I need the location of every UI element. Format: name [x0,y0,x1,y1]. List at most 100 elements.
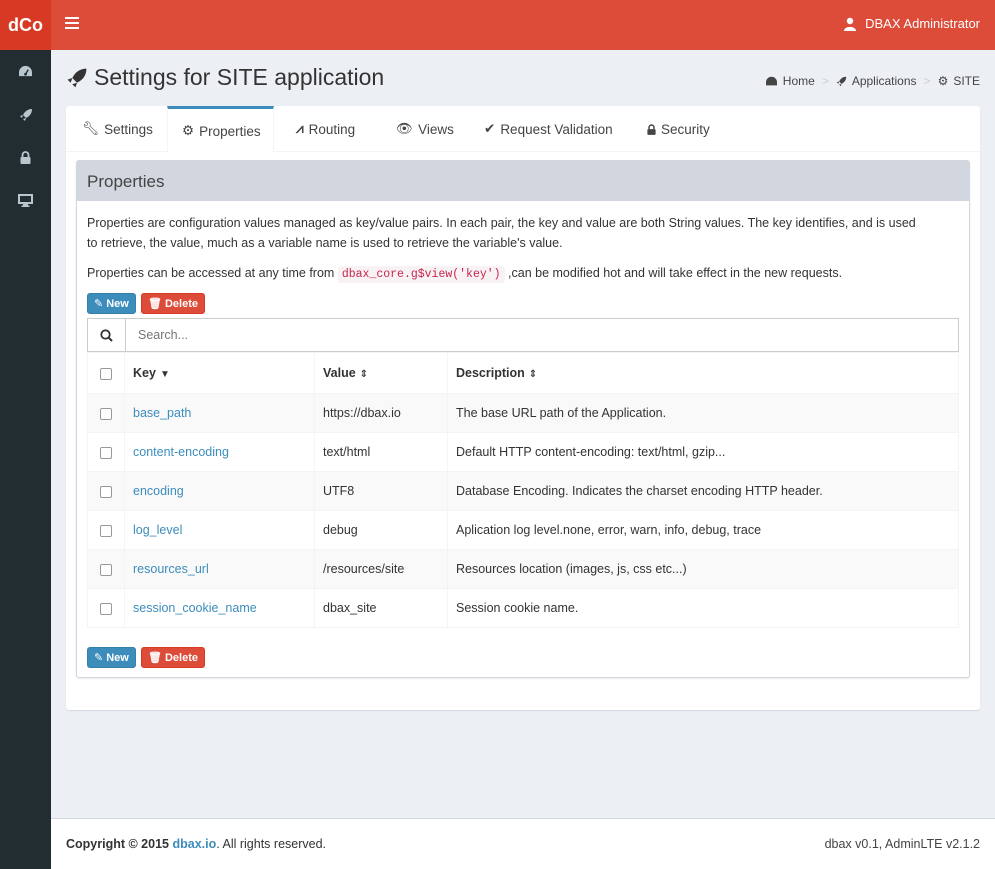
row-checkbox[interactable] [100,446,112,459]
app-logo[interactable]: dCo [0,0,51,50]
breadcrumb: Home > Applications > ⚙ SITE [765,74,980,88]
breadcrumb-applications[interactable]: Applications [852,74,917,88]
new-button[interactable]: ✎ New [87,293,136,314]
user-name: DBAX Administrator [865,16,980,31]
gears-icon: ⚙ [937,74,949,88]
wrench-icon: 🔧︎ [82,121,100,136]
content-header: Settings for SITE application Home > App… [51,50,995,106]
sort-icon: ⇕ [528,369,538,380]
edit-icon: ✎ [94,298,104,310]
footer-link[interactable]: dbax.io [172,837,216,851]
sidebar-item-applications[interactable] [0,93,51,136]
lock-icon [647,123,656,135]
row-checkbox[interactable] [100,602,112,615]
table-row: session_cookie_name dbax_site Session co… [87,588,959,628]
tab-views[interactable]: 👁︎ Views [396,106,454,152]
property-description: Aplication log level.none, error, warn, … [447,510,959,550]
properties-table: Key ▼ Value ⇕ Description ⇕ base_path https… [87,352,959,628]
eye-icon: 👁︎ [396,121,414,136]
property-key-link[interactable]: base_path [133,406,191,420]
sidebar-item-desktop[interactable] [0,179,51,222]
property-value: text/html [314,432,448,472]
table-row: log_level debug Aplication log level.non… [87,510,959,550]
property-value: dbax_site [314,588,448,628]
table-row: base_path https://dbax.io The base URL p… [87,393,959,433]
sidebar [0,50,51,869]
tab-request-validation[interactable]: ✔ Request Validation [484,106,613,152]
property-description: Resources location (images, js, css etc.… [447,549,959,589]
top-navbar: DBAX Administrator [51,0,995,50]
desktop-icon [18,194,33,207]
rocket-icon [836,76,847,86]
dashboard-icon [19,65,32,77]
search-input[interactable] [126,319,958,351]
property-description: Default HTTP content-encoding: text/html… [447,432,959,472]
new-button[interactable]: ✎ New [87,647,136,668]
row-checkbox[interactable] [100,524,112,537]
table-row: encoding UTF8 Database Encoding. Indicat… [87,471,959,511]
rocket-icon [19,108,32,121]
trash-icon: 🗑︎ [148,298,162,310]
column-description[interactable]: Description ⇕ [447,352,959,394]
sort-desc-icon: ▼ [159,369,170,380]
search-box [87,318,959,352]
breadcrumb-site: SITE [953,74,980,88]
column-key[interactable]: Key ▼ [124,352,315,394]
property-value: UTF8 [314,471,448,511]
check-icon: ✔ [484,121,496,136]
sidebar-toggle-icon[interactable] [65,17,79,31]
page-title: Settings for SITE application [66,64,384,91]
row-checkbox[interactable] [100,485,112,498]
gear-icon: ⚙ [182,123,195,138]
property-value: https://dbax.io [314,393,448,433]
footer: Copyright © 2015 dbax.io. All rights res… [51,818,995,869]
sidebar-item-security[interactable] [0,136,51,179]
select-all-checkbox[interactable] [100,367,112,380]
row-checkbox[interactable] [100,563,112,576]
breadcrumb-home[interactable]: Home [783,74,815,88]
breadcrumb-separator: > [923,74,931,88]
table-header-row: Key ▼ Value ⇕ Description ⇕ [87,352,959,394]
trash-icon: 🗑︎ [148,652,162,664]
copyright: Copyright © 2015 dbax.io. All rights res… [66,837,327,851]
sidebar-item-dashboard[interactable] [0,50,51,93]
property-description: Database Encoding. Indicates the charset… [447,471,959,511]
version-info: dbax v0.1, AdminLTE v2.1.2 [824,837,980,851]
property-description: The base URL path of the Application. [447,393,959,433]
dashboard-icon [765,76,777,85]
property-key-link[interactable]: content-encoding [133,445,229,459]
delete-button[interactable]: 🗑︎ Delete [141,647,205,668]
tab-bar: 🔧︎ Settings ⚙ Properties ⩘ Routing 👁︎ Views … [66,106,980,153]
delete-button[interactable]: 🗑︎ Delete [141,293,205,314]
panel-title: Properties [77,161,969,201]
column-value[interactable]: Value ⇕ [314,352,448,394]
tab-routing[interactable]: ⩘ Routing [296,106,355,152]
tab-settings[interactable]: 🔧︎ Settings [82,106,153,152]
panel-usage-note: Properties can be accessed at any time f… [87,266,843,283]
tab-security[interactable]: Security [647,106,710,152]
property-key-link[interactable]: log_level [133,523,182,537]
lock-icon [20,151,31,164]
user-icon [844,17,857,31]
sort-icon: ⇕ [359,369,369,380]
row-checkbox[interactable] [100,407,112,420]
property-key-link[interactable]: encoding [133,484,184,498]
property-value: debug [314,510,448,550]
table-row: resources_url /resources/site Resources … [87,549,959,589]
edit-icon: ✎ [94,652,104,664]
breadcrumb-separator: > [821,74,829,88]
settings-box: 🔧︎ Settings ⚙ Properties ⩘ Routing 👁︎ Views … [66,106,980,710]
property-description: Session cookie name. [447,588,959,628]
property-key-link[interactable]: resources_url [133,562,209,576]
search-icon [88,319,126,351]
road-icon: ⩘ [296,121,304,136]
panel-description: Properties are configuration values mana… [87,216,916,250]
select-all-cell [87,352,125,394]
properties-panel: Properties Properties are configuration … [76,160,970,678]
tab-properties[interactable]: ⚙ Properties [167,106,274,153]
table-row: content-encoding text/html Default HTTP … [87,432,959,472]
property-value: /resources/site [314,549,448,589]
code-snippet: dbax_core.g$view('key') [337,266,505,283]
property-key-link[interactable]: session_cookie_name [133,601,257,615]
user-menu[interactable]: DBAX Administrator [843,16,980,31]
